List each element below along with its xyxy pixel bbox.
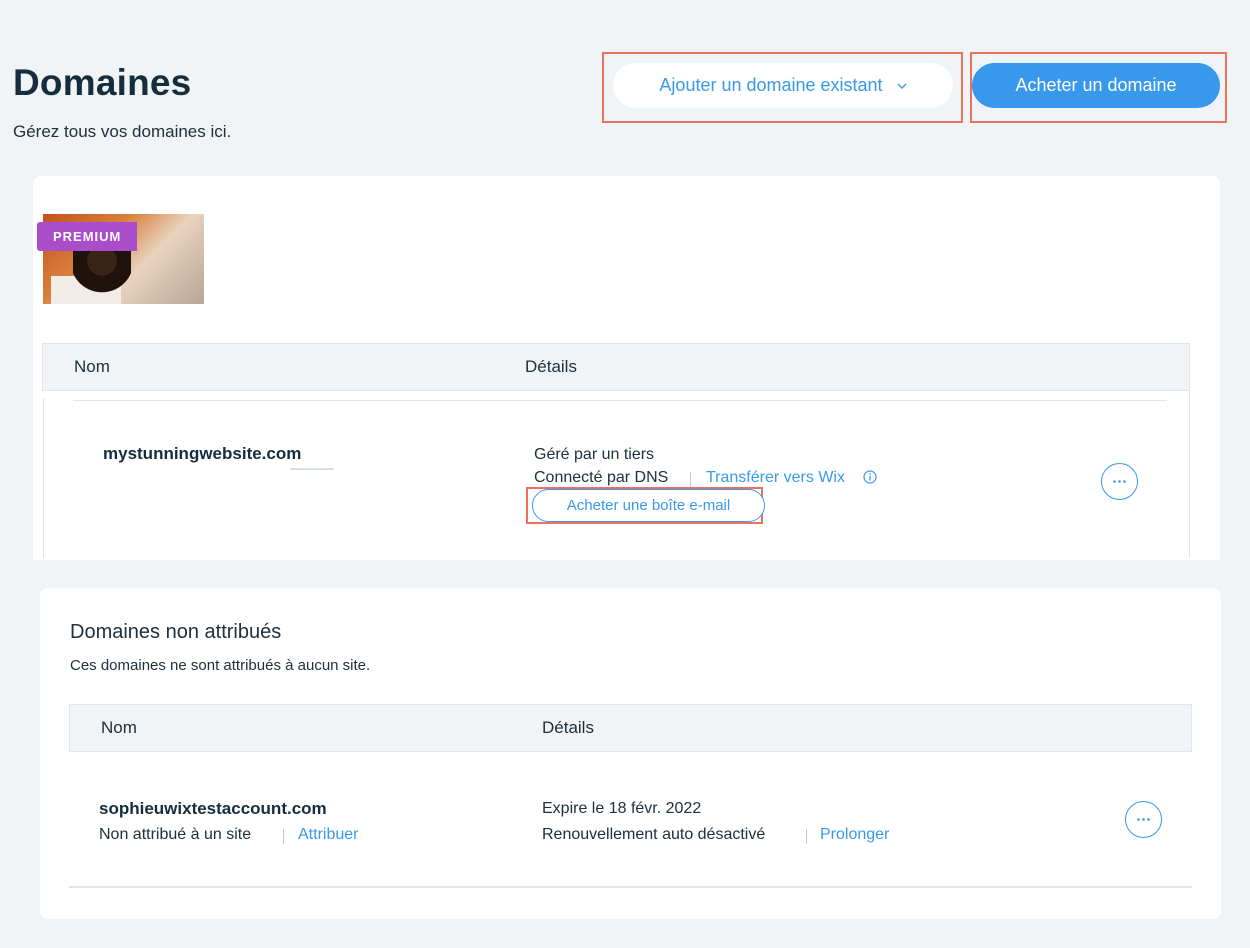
column-name: Nom (101, 718, 137, 737)
page-subtitle: Gérez tous vos domaines ici. (13, 122, 232, 141)
more-icon (1113, 480, 1126, 483)
column-name: Nom (74, 357, 110, 376)
unassigned-domain-more-button[interactable] (1125, 801, 1162, 838)
unassigned-subtitle: Ces domaines ne sont attribués à aucun s… (70, 657, 371, 674)
buy-mailbox-button[interactable]: Acheter une boîte e-mail (532, 489, 765, 522)
site-table-header: Nom Détails (42, 343, 1190, 391)
separator (283, 829, 284, 844)
unassigned-title: Domaines non attribués (70, 621, 282, 643)
domain-sublabel-placeholder (290, 468, 334, 470)
auto-renew-status: Renouvellement auto désactivé (542, 826, 766, 843)
site-domain-more-button[interactable] (1101, 463, 1138, 500)
row-right-border (1189, 391, 1190, 558)
transfer-to-wix-link[interactable]: Transférer vers Wix (706, 469, 845, 487)
separator (690, 472, 691, 487)
unassigned-domain-name[interactable]: sophieuwixtestaccount.com (99, 799, 327, 819)
info-icon[interactable] (863, 470, 877, 484)
unassigned-table-header: Nom Détails (69, 704, 1192, 752)
page-title: Domaines (13, 62, 192, 103)
extend-link[interactable]: Prolonger (820, 826, 889, 844)
buy-domain-button[interactable]: Acheter un domaine (972, 63, 1220, 108)
row-top-divider (73, 400, 1167, 401)
row-left-border (43, 398, 44, 558)
expiry-date: Expire le 18 févr. 2022 (542, 800, 702, 817)
premium-badge: PREMIUM (37, 222, 138, 251)
domain-name[interactable]: mystunningwebsite.com (103, 444, 301, 464)
managed-status: Géré par un tiers (534, 446, 655, 463)
separator (806, 829, 807, 844)
unassigned-status: Non attribué à un site (99, 826, 252, 843)
connection-status: Connecté par DNS (534, 469, 669, 486)
more-icon (1137, 818, 1150, 821)
add-existing-domain-button[interactable]: Ajouter un domaine existant (613, 63, 953, 108)
column-details: Détails (525, 357, 577, 376)
assign-link[interactable]: Attribuer (298, 826, 358, 844)
add-existing-domain-label: Ajouter un domaine existant (659, 75, 883, 95)
unassigned-bottom-divider (69, 886, 1192, 888)
chevron-down-icon (897, 81, 907, 91)
column-details: Détails (542, 718, 594, 737)
